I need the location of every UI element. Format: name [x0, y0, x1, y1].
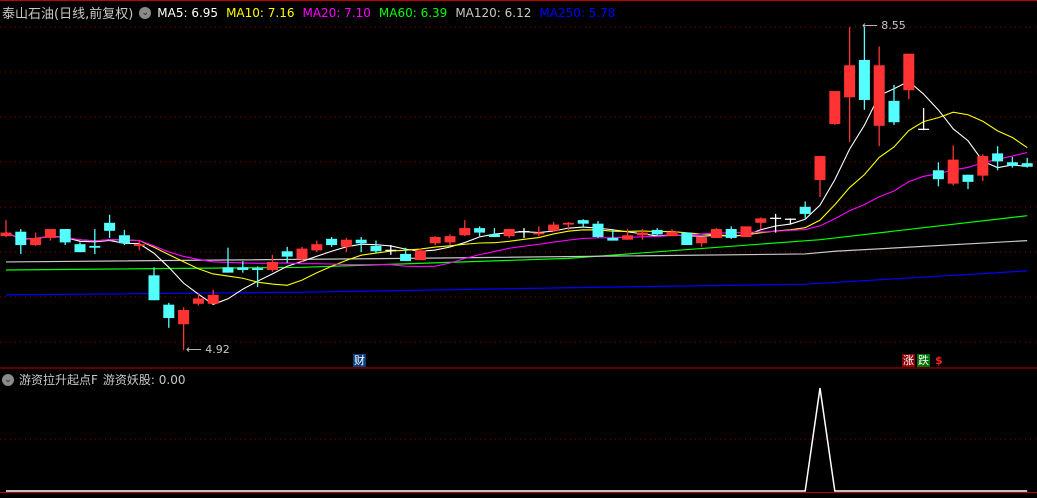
candle-body	[370, 245, 382, 252]
candle-body	[163, 304, 175, 319]
candle-body	[1021, 163, 1033, 167]
candle-body	[148, 275, 160, 301]
ma-legend: MA5: 6.95 MA10: 7.16 MA20: 7.10 MA60: 6.39 M…	[157, 6, 615, 20]
ma-legend-item: MA20: 7.10	[302, 5, 371, 20]
candle-body	[992, 153, 1004, 162]
ma10-line	[5, 111, 1028, 286]
candle-body	[488, 234, 500, 238]
limit-up-marker[interactable]: 涨	[902, 354, 915, 367]
candle-body	[178, 310, 190, 325]
candle-body	[311, 244, 323, 251]
candle-body	[844, 65, 856, 98]
candle-body	[799, 206, 811, 214]
candle-body	[607, 237, 619, 241]
main-header: 泰山石油(日线,前复权) ⌄ MA5: 6.95 MA10: 7.16 MA20: …	[2, 3, 615, 23]
chevron-down-icon[interactable]: ⌄	[2, 373, 14, 386]
candle-body	[548, 224, 560, 231]
candle-body	[829, 91, 841, 125]
candle-body	[696, 237, 708, 244]
candle-body	[252, 268, 264, 270]
candle-body	[503, 229, 515, 237]
candle-body	[296, 248, 308, 260]
candle-body	[237, 267, 249, 270]
candle-body	[710, 229, 722, 238]
candle-body	[858, 59, 870, 100]
candle-body	[118, 235, 130, 244]
candle-body	[59, 229, 71, 243]
candle-body	[814, 156, 826, 181]
candle-body	[444, 236, 456, 243]
chevron-down-icon[interactable]: ⌄	[139, 6, 152, 19]
candle-body	[192, 298, 204, 304]
indicator-header: ⌄ 游资拉升起点F 游资妖股: 0.00	[2, 371, 185, 388]
candle-body	[725, 229, 737, 238]
candle-body	[222, 267, 234, 273]
low-price-value: 4.92	[205, 343, 230, 356]
candle-body	[755, 218, 767, 223]
candle-body	[400, 253, 412, 262]
candle-body	[30, 237, 42, 246]
candle-body	[577, 220, 589, 224]
ma-legend-item: MA5: 6.95	[157, 5, 219, 20]
candle-body	[977, 156, 989, 176]
candle-body	[340, 239, 352, 247]
limit-down-marker[interactable]: 跌	[917, 354, 930, 367]
candle-body	[207, 294, 219, 304]
candle-body	[89, 245, 101, 248]
candle-body	[947, 159, 959, 184]
ma-legend-item: MA120: 6.12	[455, 5, 532, 20]
candle-body	[651, 229, 663, 235]
high-price-label: ⟵ 8.55	[862, 19, 906, 32]
candle-body	[903, 53, 915, 91]
candle-body	[74, 244, 86, 253]
candle-body	[0, 232, 12, 237]
candle-body	[355, 239, 367, 244]
candle-body	[592, 223, 604, 238]
low-price-label: ⟵ 4.92	[186, 343, 230, 356]
candle-body	[562, 222, 574, 225]
candle-body	[15, 231, 27, 246]
dollar-marker[interactable]: $	[934, 354, 944, 367]
candle-body	[133, 244, 145, 246]
ma-legend-item: MA10: 7.16	[226, 5, 295, 20]
candle-body	[326, 238, 338, 246]
candle-body	[888, 100, 900, 123]
candle-body	[962, 174, 974, 182]
candle-body	[932, 170, 944, 180]
candle-body	[1006, 162, 1018, 166]
candle-body	[666, 231, 678, 237]
candle-body	[104, 222, 116, 231]
candle-body	[429, 237, 441, 244]
ma-legend-item: MA250: 5.78	[539, 5, 616, 20]
candle-body	[873, 65, 885, 126]
candle-body	[44, 229, 56, 238]
candle-body	[474, 228, 486, 233]
candle-body	[681, 232, 693, 246]
candle-body	[414, 250, 426, 261]
candle-body	[533, 232, 545, 235]
high-price-value: 8.55	[881, 19, 906, 32]
ma-legend-item: MA60: 6.39	[378, 5, 448, 20]
finance-marker[interactable]: 财	[353, 354, 366, 367]
candle-body	[740, 226, 752, 238]
candle-body	[281, 251, 293, 257]
candle-body	[459, 228, 471, 236]
ma60-line	[5, 215, 1028, 271]
candle-body	[636, 232, 648, 236]
indicator-line	[6, 387, 1028, 492]
candle-body	[266, 261, 278, 270]
candle-body	[622, 235, 634, 240]
indicator-title: 游资拉升起点F	[19, 373, 98, 387]
indicator-value: 游资妖股: 0.00	[102, 373, 186, 387]
stock-title: 泰山石油(日线,前复权)	[2, 7, 134, 22]
kline-chart[interactable]	[0, 0, 1037, 498]
